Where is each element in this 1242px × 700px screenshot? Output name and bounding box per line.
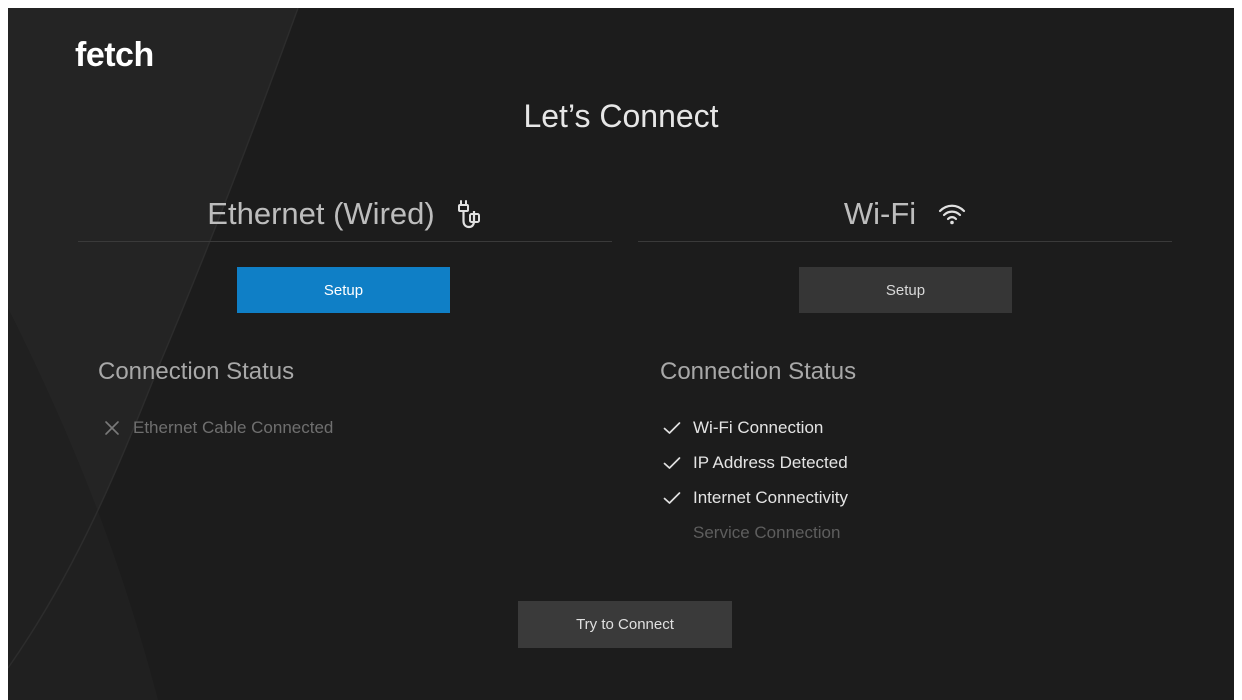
wifi-status-heading: Connection Status: [660, 358, 857, 385]
ethernet-heading: Ethernet (Wired): [78, 192, 612, 236]
status-item-label: Service Connection: [693, 522, 841, 542]
wifi-status-list: Wi-Fi Connection IP Address Detected Int…: [663, 410, 848, 550]
check-icon: [663, 454, 681, 472]
check-icon: [663, 489, 681, 507]
status-item-internet-connectivity: Internet Connectivity: [663, 480, 848, 515]
wifi-heading: Wi-Fi: [638, 192, 1172, 236]
status-item-label: Ethernet Cable Connected: [133, 417, 334, 437]
try-to-connect-button[interactable]: Try to Connect: [518, 601, 732, 648]
check-icon: [663, 419, 681, 437]
ethernet-status-heading: Connection Status: [98, 358, 295, 385]
wifi-setup-button[interactable]: Setup: [799, 267, 1012, 313]
fetch-logo: fetch: [75, 36, 154, 74]
status-item-service-connection: Service Connection: [663, 515, 848, 550]
x-icon: [103, 419, 121, 437]
wifi-icon: [938, 203, 966, 225]
status-item-ip-address: IP Address Detected: [663, 445, 848, 480]
ethernet-setup-button[interactable]: Setup: [237, 267, 450, 313]
ethernet-divider: [78, 241, 612, 242]
status-item-label: IP Address Detected: [693, 452, 848, 472]
status-item-wifi-connection: Wi-Fi Connection: [663, 410, 848, 445]
ethernet-status-list: Ethernet Cable Connected: [103, 410, 333, 445]
status-item-ethernet-cable: Ethernet Cable Connected: [103, 410, 333, 445]
status-placeholder: [663, 524, 681, 542]
page-title: Let’s Connect: [523, 98, 719, 134]
status-item-label: Internet Connectivity: [693, 487, 848, 507]
wifi-divider: [638, 241, 1172, 242]
status-item-label: Wi-Fi Connection: [693, 417, 824, 437]
ethernet-heading-label: Ethernet (Wired): [207, 196, 435, 231]
ethernet-cable-icon: [457, 199, 483, 229]
wifi-heading-label: Wi-Fi: [843, 196, 917, 231]
connection-screen: fetch Let’s Connect Ethernet (Wired) Set…: [8, 8, 1234, 700]
